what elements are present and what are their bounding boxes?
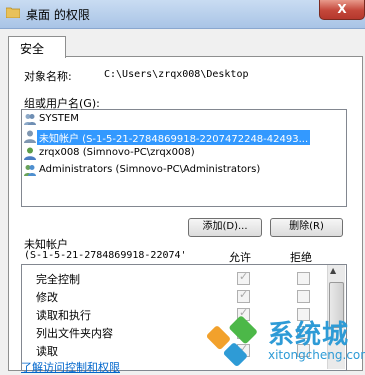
object-name-value: C:\Users\zrqx008\Desktop: [104, 69, 249, 80]
list-item-label: SYSTEM: [39, 113, 79, 124]
add-button[interactable]: 添加(D)...: [188, 218, 262, 237]
permission-name: 列出文件夹内容: [36, 327, 113, 340]
users-group-icon: [24, 165, 36, 176]
folder-icon: [6, 7, 20, 18]
deny-checkbox[interactable]: [297, 290, 310, 303]
permission-name: 修改: [36, 291, 58, 304]
deny-checkbox[interactable]: [297, 272, 310, 285]
object-name-label: 对象名称:: [24, 70, 72, 83]
table-row: 修改: [22, 287, 322, 305]
allow-header: 允许: [229, 251, 251, 264]
user-list[interactable]: SYSTEM 未知帐户 (S-1-5-21-2784869918-2207472…: [21, 109, 347, 207]
watermark-logo-icon: [206, 316, 257, 367]
list-item-label: zrqx008 (Simnovo-PC\zrqx008): [39, 147, 195, 158]
list-item[interactable]: SYSTEM: [22, 112, 346, 128]
close-button[interactable]: X: [319, 0, 365, 20]
deny-header: 拒绝: [290, 251, 312, 264]
scroll-up-arrow-icon[interactable]: ▲: [330, 266, 336, 275]
allow-checkbox[interactable]: [237, 288, 250, 303]
list-item-label: 未知帐户 (S-1-5-21-2784869918-2207472248-424…: [37, 130, 311, 145]
tab-security[interactable]: 安全: [8, 36, 66, 58]
list-item[interactable]: zrqx008 (Simnovo-PC\zrqx008): [22, 146, 346, 162]
allow-checkbox[interactable]: [237, 270, 250, 285]
permission-name: 读取和执行: [36, 309, 91, 322]
permission-name: 读取: [36, 345, 58, 358]
table-row: 完全控制: [22, 269, 322, 287]
unknown-user-icon: [24, 130, 36, 143]
permissions-principal-sid: (S-1-5-21-2784869918-22074': [24, 250, 187, 261]
list-item[interactable]: 未知帐户 (S-1-5-21-2784869918-2207472248-424…: [22, 129, 346, 145]
user-icon: [24, 147, 36, 160]
watermark-url: xitongcheng.com: [268, 348, 365, 362]
tab-security-label: 安全: [20, 42, 45, 56]
list-item-label: Administrators (Simnovo-PC\Administrator…: [39, 164, 261, 175]
window-title: 桌面 的权限: [26, 8, 90, 22]
watermark-text: 系统城: [268, 320, 350, 350]
list-item[interactable]: Administrators (Simnovo-PC\Administrator…: [22, 163, 346, 179]
permission-name: 完全控制: [36, 273, 80, 286]
users-group-icon: [24, 114, 36, 125]
remove-button[interactable]: 删除(R): [270, 218, 343, 237]
access-control-help-link[interactable]: 了解访问控制和权限: [21, 359, 120, 375]
